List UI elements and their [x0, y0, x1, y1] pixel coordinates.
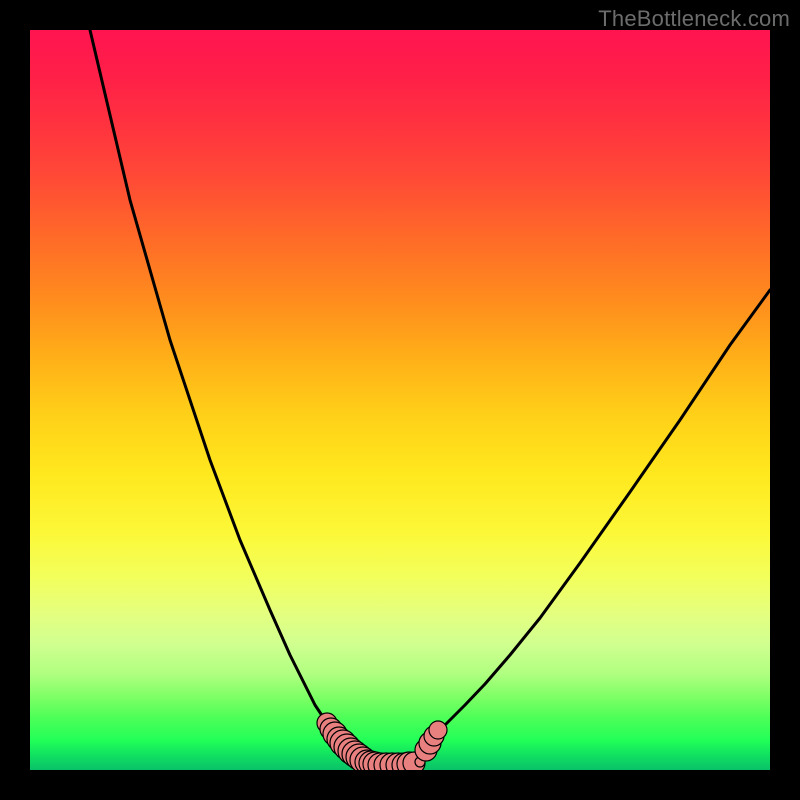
chart-svg [30, 30, 770, 770]
bottleneck-curve [90, 30, 770, 765]
data-marker [429, 721, 447, 739]
watermark-text: TheBottleneck.com [598, 6, 790, 32]
outer-frame: TheBottleneck.com [0, 0, 800, 800]
plot-area [30, 30, 770, 770]
